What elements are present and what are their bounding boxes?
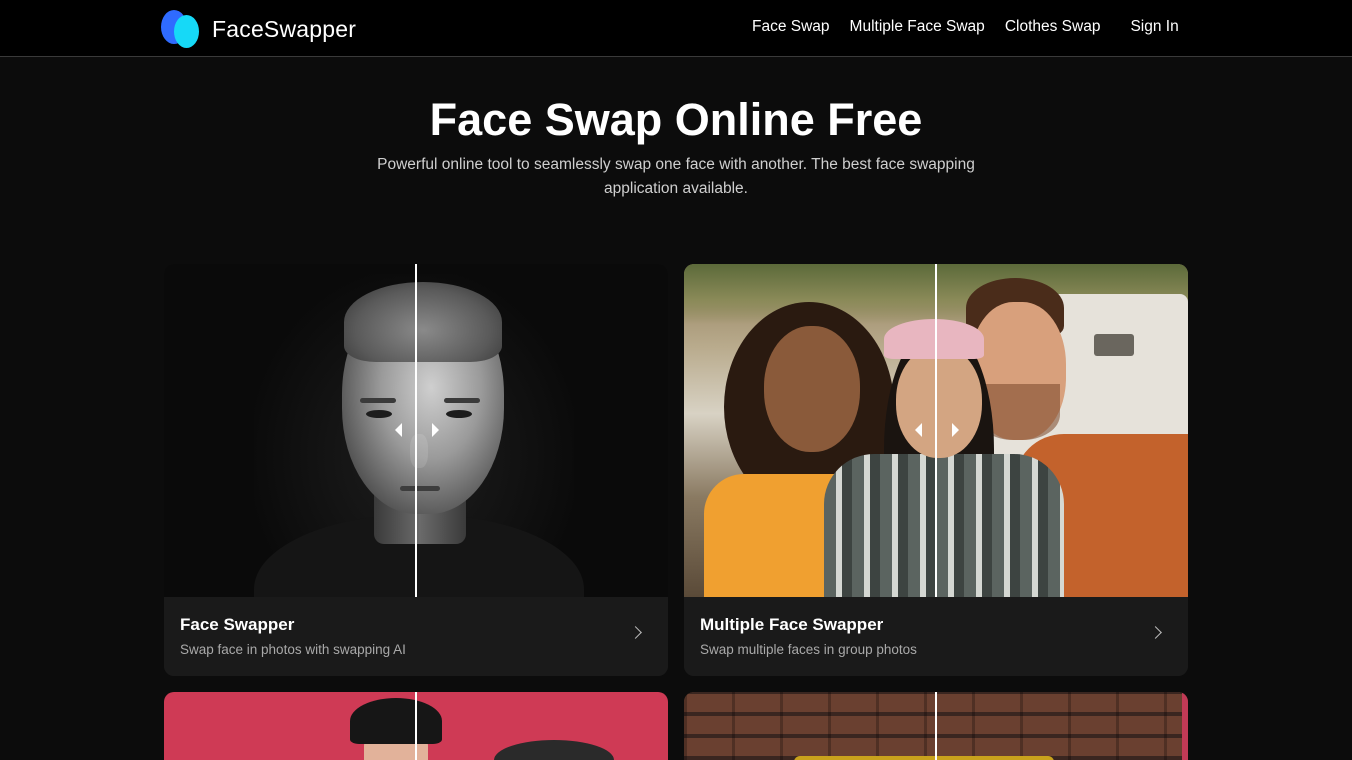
slider-right-arrow-icon[interactable]: [952, 423, 959, 437]
tool-card-face-swapper[interactable]: Face Swapper Swap face in photos with sw…: [164, 264, 668, 676]
before-after-image: [164, 692, 668, 760]
before-after-image: [684, 692, 1188, 760]
comparison-slider-line[interactable]: [415, 692, 417, 760]
comparison-slider-line[interactable]: [415, 264, 417, 597]
card-title: Multiple Face Swapper: [700, 615, 884, 634]
card-title: Face Swapper: [180, 615, 295, 634]
top-navbar: FaceSwapper Face Swap Multiple Face Swap…: [0, 0, 1352, 57]
brand-name: FaceSwapper: [212, 15, 357, 42]
card-description: Swap multiple faces in group photos: [700, 642, 917, 657]
tool-card-multiple-face-swapper[interactable]: Multiple Face Swapper Swap multiple face…: [684, 264, 1188, 676]
nav-item-face-swap[interactable]: Face Swap: [752, 18, 830, 36]
slider-left-arrow-icon[interactable]: [395, 423, 402, 437]
before-after-image: [164, 264, 668, 597]
card-footer[interactable]: Multiple Face Swapper Swap multiple face…: [684, 597, 1188, 676]
slider-left-arrow-icon[interactable]: [915, 423, 922, 437]
page-title: Face Swap Online Free: [429, 94, 923, 145]
main-nav: Face Swap Multiple Face Swap Clothes Swa…: [752, 18, 1179, 36]
card-description: Swap face in photos with swapping AI: [180, 642, 406, 657]
comparison-slider-line[interactable]: [935, 264, 937, 597]
page-subtitle: Powerful online tool to seamlessly swap …: [377, 156, 975, 197]
slider-right-arrow-icon[interactable]: [432, 423, 439, 437]
faceswapper-logo-icon: [161, 10, 199, 48]
tool-card-clothes-swapper[interactable]: [164, 692, 668, 760]
nav-item-clothes-swap[interactable]: Clothes Swap: [1005, 18, 1101, 36]
comparison-slider-line[interactable]: [935, 692, 937, 760]
before-after-image: [684, 264, 1188, 597]
sign-in-link[interactable]: Sign In: [1130, 18, 1178, 36]
brand-logo-link[interactable]: FaceSwapper: [161, 9, 361, 49]
tool-card-4[interactable]: [684, 692, 1188, 760]
card-footer[interactable]: Face Swapper Swap face in photos with sw…: [164, 597, 668, 676]
nav-item-multiple-face-swap[interactable]: Multiple Face Swap: [850, 18, 985, 36]
